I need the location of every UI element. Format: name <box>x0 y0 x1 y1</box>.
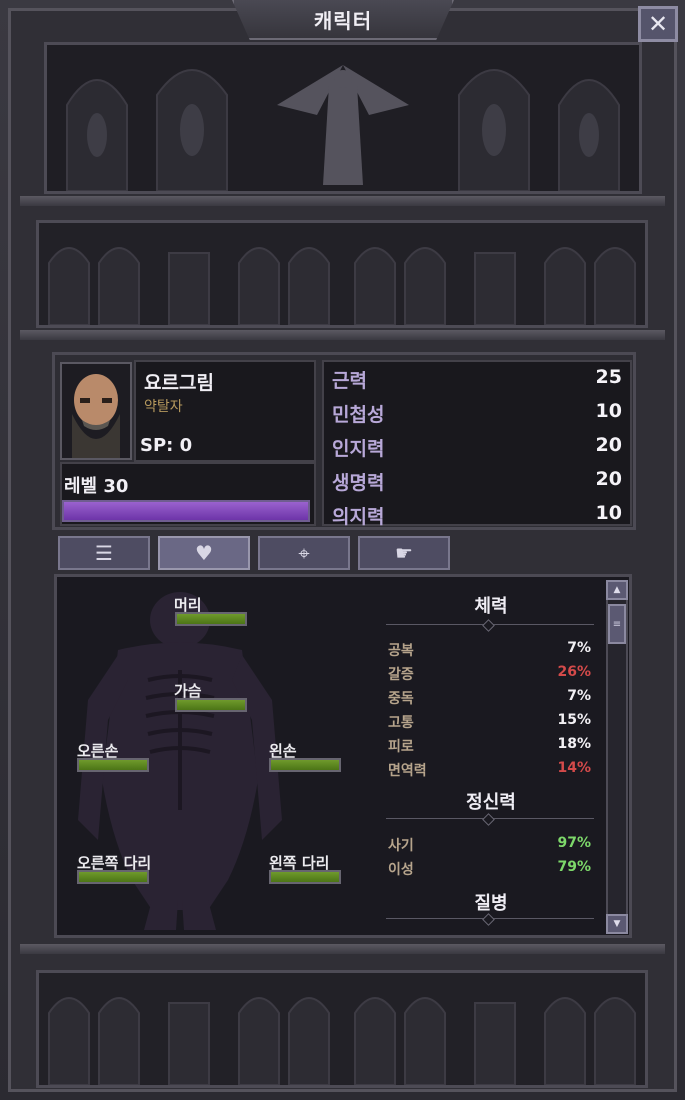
condition-label: 면역력 <box>388 763 427 779</box>
window-title: 캐릭터 <box>313 8 373 33</box>
disease-section-title: 질병 <box>474 893 508 914</box>
body-part-health-bar <box>269 758 341 772</box>
condition-value: 7% <box>567 640 591 656</box>
body-part-health-bar <box>175 612 247 626</box>
condition-value: 7% <box>567 688 591 704</box>
condition-label: 이성 <box>388 862 414 878</box>
angel-statue-banner <box>44 42 642 194</box>
condition-label: 고통 <box>388 715 414 731</box>
character-portrait <box>60 362 132 460</box>
arrow-up-icon: ▲ <box>613 585 621 595</box>
close-button[interactable]: ✕ <box>638 6 678 42</box>
attribute-row: 인지력 20 <box>332 434 622 464</box>
experience-bar <box>62 500 310 522</box>
scroll-up-button[interactable]: ▲ <box>606 580 628 600</box>
section-divider <box>386 624 594 625</box>
attribute-label: 의지력 <box>332 506 385 528</box>
health-bar-fill <box>79 760 147 770</box>
arch-row-decoration <box>48 247 636 326</box>
attribute-value: 10 <box>595 400 622 422</box>
condition-label: 피로 <box>388 739 414 755</box>
condition-value: 15% <box>557 712 591 728</box>
arch-row-decoration <box>48 997 636 1086</box>
attribute-value: 20 <box>595 434 622 456</box>
hand-icon: ☛ <box>395 541 413 565</box>
attribute-value: 25 <box>595 366 622 388</box>
condition-row: 고통 15% <box>388 712 591 734</box>
arch-frieze-top <box>36 220 648 328</box>
character-class: 약탈자 <box>144 399 183 415</box>
skill-points: SP: 0 <box>140 435 192 456</box>
arch-frieze-bottom <box>36 970 648 1088</box>
condition-row: 공복 7% <box>388 640 591 662</box>
sp-value: 0 <box>179 435 193 456</box>
mental-section-title: 정신력 <box>466 792 516 813</box>
attribute-label: 인지력 <box>332 438 385 460</box>
section-divider <box>386 918 594 919</box>
scroll-down-button[interactable]: ▼ <box>606 914 628 934</box>
experience-bar-fill <box>64 502 308 520</box>
stone-ledge <box>20 330 665 340</box>
level-display: 레벨 30 <box>64 472 128 498</box>
condition-label: 사기 <box>388 838 414 854</box>
character-name: 요르그림 <box>144 372 214 394</box>
sp-label: SP: <box>140 435 174 456</box>
list-icon: ☰ <box>95 541 113 565</box>
tab-list[interactable]: ☰ <box>58 536 150 570</box>
attribute-label: 민첩성 <box>332 404 385 426</box>
condition-label: 공복 <box>388 643 414 659</box>
arrow-down-icon: ▼ <box>613 919 621 929</box>
heart-icon: ♥ <box>195 541 213 565</box>
level-value: 30 <box>103 476 129 497</box>
attribute-row: 생명력 20 <box>332 468 622 498</box>
body-part-health-bar <box>269 870 341 884</box>
stone-ledge <box>20 196 665 206</box>
gothic-arches-decoration <box>66 65 620 192</box>
health-bar-fill <box>79 872 147 882</box>
condition-value: 14% <box>557 760 591 776</box>
condition-row: 피로 18% <box>388 736 591 758</box>
health-bar-fill <box>271 872 339 882</box>
portrait-image <box>62 364 130 458</box>
condition-value: 18% <box>557 736 591 752</box>
physical-section-title: 체력 <box>474 596 508 617</box>
window-title-bar: 캐릭터 <box>232 0 454 40</box>
body-part-health-bar <box>77 758 149 772</box>
condition-value: 97% <box>557 835 591 851</box>
condition-row: 면역력 14% <box>388 760 591 782</box>
condition-row: 갈증 26% <box>388 664 591 686</box>
tab-heart[interactable]: ♥ <box>158 536 250 570</box>
condition-row: 중독 7% <box>388 688 591 710</box>
condition-value: 79% <box>557 859 591 875</box>
attribute-label: 생명력 <box>332 472 385 494</box>
condition-row: 이성 79% <box>388 859 591 881</box>
attribute-value: 20 <box>595 468 622 490</box>
close-icon: ✕ <box>647 10 669 38</box>
condition-value: 26% <box>557 664 591 680</box>
body-part-health-bar <box>175 698 247 712</box>
level-label: 레벨 <box>64 476 98 497</box>
attribute-value: 10 <box>595 502 622 524</box>
body-part-health-bar <box>77 870 149 884</box>
section-divider <box>386 818 594 819</box>
attribute-label: 근력 <box>332 370 367 392</box>
condition-row: 사기 97% <box>388 835 591 857</box>
health-bar-fill <box>177 614 245 624</box>
health-bar-fill <box>271 760 339 770</box>
attribute-row: 근력 25 <box>332 366 622 396</box>
grip-icon: ≡ <box>612 618 622 630</box>
crosshair-icon: ⌖ <box>298 541 310 565</box>
stone-ledge <box>20 944 665 954</box>
health-bar-fill <box>177 700 245 710</box>
attribute-row: 의지력 10 <box>332 502 622 532</box>
condition-label: 중독 <box>388 691 414 707</box>
attribute-row: 민첩성 10 <box>332 400 622 430</box>
tab-crosshair[interactable]: ⌖ <box>258 536 350 570</box>
condition-label: 갈증 <box>388 667 414 683</box>
tab-hand[interactable]: ☛ <box>358 536 450 570</box>
scrollbar-thumb[interactable]: ≡ <box>608 604 626 644</box>
